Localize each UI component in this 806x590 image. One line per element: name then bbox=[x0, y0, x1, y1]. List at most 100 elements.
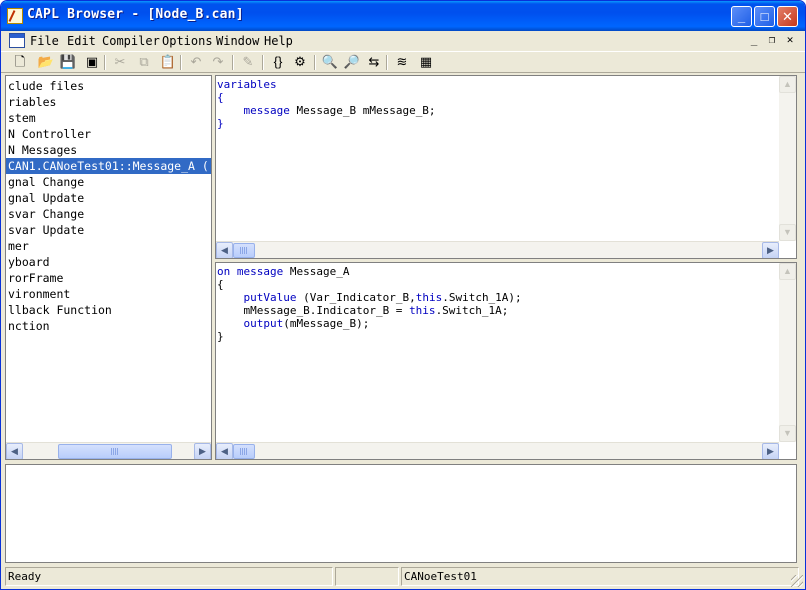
open-folder-icon[interactable]: 📂 bbox=[37, 54, 55, 71]
handler-vscroll[interactable]: ▲ ▼ bbox=[779, 263, 796, 442]
code-line: output(mMessage_B); bbox=[217, 317, 370, 330]
scroll-down-icon[interactable]: ▼ bbox=[779, 425, 796, 442]
code-text: (mMessage_B); bbox=[283, 317, 370, 330]
tree-item[interactable]: clude files bbox=[6, 78, 84, 94]
tree-item[interactable]: riables bbox=[6, 94, 56, 110]
redo-icon[interactable]: ↷ bbox=[209, 54, 227, 71]
undo-icon[interactable]: ↶ bbox=[187, 54, 205, 71]
tree-item[interactable]: stem bbox=[6, 110, 36, 126]
menu-compiler-label: Compiler bbox=[102, 34, 160, 48]
document-icon[interactable] bbox=[9, 33, 25, 48]
paste-icon[interactable]: 📋 bbox=[159, 54, 177, 71]
menu-help[interactable]: Help bbox=[264, 34, 293, 48]
function-tree-pane[interactable]: clude files riables stem N Controller N Mess… bbox=[5, 75, 212, 460]
new-file-icon[interactable]: 🗋 bbox=[11, 54, 29, 71]
scroll-up-icon[interactable]: ▲ bbox=[779, 76, 796, 93]
code-keyword: this bbox=[415, 291, 443, 304]
scroll-up-icon[interactable]: ▲ bbox=[779, 263, 796, 280]
copy-icon[interactable]: ⧉ bbox=[135, 54, 153, 71]
code-line: } bbox=[217, 330, 224, 343]
code-text: } bbox=[217, 330, 224, 343]
status-field-empty bbox=[335, 567, 399, 586]
code-keyword: output bbox=[243, 317, 284, 330]
menu-bar: File Edit Compiler Options Window Help _… bbox=[1, 31, 805, 51]
code-text: .Switch_1A); bbox=[442, 291, 522, 304]
tree-item[interactable]: gnal Change bbox=[6, 174, 84, 190]
edit-icon[interactable]: ✎ bbox=[239, 54, 257, 71]
tree-item[interactable]: rorFrame bbox=[6, 270, 63, 286]
scroll-left-icon[interactable]: ◀ bbox=[216, 242, 233, 258]
compiler-output-pane[interactable] bbox=[5, 464, 797, 563]
scroll-right-icon[interactable]: ▶ bbox=[762, 443, 779, 459]
code-text: Message_A bbox=[283, 265, 350, 278]
tree-item[interactable]: svar Change bbox=[6, 206, 84, 222]
tree-item[interactable]: nction bbox=[6, 318, 50, 334]
close-button[interactable]: ✕ bbox=[777, 6, 798, 27]
menu-file[interactable]: File bbox=[30, 34, 59, 48]
tree-item[interactable]: gnal Update bbox=[6, 190, 84, 206]
tree-hscroll-thumb[interactable] bbox=[58, 444, 172, 459]
code-text: .Switch_1A; bbox=[435, 304, 509, 317]
save-icon[interactable]: 💾 bbox=[59, 54, 77, 71]
menu-window[interactable]: Window bbox=[216, 34, 259, 48]
tree-item[interactable]: mer bbox=[6, 238, 29, 254]
handler-editor-pane[interactable]: on message Message_A{ putValue (Var_Indi… bbox=[215, 262, 797, 460]
variables-vscroll[interactable]: ▲ ▼ bbox=[779, 76, 796, 241]
database-icon[interactable]: ▦ bbox=[417, 54, 435, 71]
tree-item[interactable]: N Controller bbox=[6, 126, 91, 142]
code-line: } bbox=[217, 117, 224, 130]
menu-edit-label: Edit bbox=[67, 34, 96, 48]
tree-hscroll[interactable]: ◀ ▶ bbox=[6, 442, 211, 459]
variables-hscroll[interactable]: ◀ ▶ bbox=[216, 241, 779, 258]
mdi-restore-button[interactable]: ❐ bbox=[765, 34, 779, 47]
tree-item[interactable]: N Messages bbox=[6, 142, 77, 158]
variables-editor-pane[interactable]: variables{ message Message_B mMessage_B;… bbox=[215, 75, 797, 259]
menu-options[interactable]: Options bbox=[162, 34, 213, 48]
scroll-right-icon[interactable]: ▶ bbox=[194, 443, 211, 459]
toolbar-separator bbox=[262, 55, 264, 70]
find-next-icon[interactable]: 🔎 bbox=[343, 54, 361, 71]
save-all-icon[interactable]: ▣ bbox=[83, 54, 101, 71]
menu-file-label: File bbox=[30, 34, 59, 48]
scroll-left-icon[interactable]: ◀ bbox=[6, 443, 23, 459]
capl-app-icon[interactable] bbox=[7, 8, 23, 24]
variables-hscroll-thumb[interactable] bbox=[233, 243, 255, 258]
code-keyword: { bbox=[217, 91, 224, 104]
binoculars-icon[interactable]: 🔍 bbox=[321, 54, 339, 71]
code-line: message Message_B mMessage_B; bbox=[217, 104, 436, 117]
cut-icon[interactable]: ✂ bbox=[111, 54, 129, 71]
status-bar: Ready CANoeTest01 bbox=[1, 565, 805, 589]
status-database: CANoeTest01 bbox=[401, 567, 799, 586]
scroll-right-icon[interactable]: ▶ bbox=[762, 242, 779, 258]
scroll-left-icon[interactable]: ◀ bbox=[216, 443, 233, 459]
code-keyword: this bbox=[409, 304, 436, 317]
menu-edit[interactable]: Edit bbox=[67, 34, 96, 48]
tree-item[interactable]: svar Update bbox=[6, 222, 84, 238]
menu-compiler[interactable]: Compiler bbox=[102, 34, 160, 48]
tree-item-selected[interactable]: CAN1.CANoeTest01::Message_A ( bbox=[6, 158, 211, 174]
menu-help-label: Help bbox=[264, 34, 293, 48]
handler-hscroll[interactable]: ◀ ▶ bbox=[216, 442, 779, 459]
layers-icon[interactable]: ≋ bbox=[393, 54, 411, 71]
mdi-minimize-button[interactable]: _ bbox=[747, 34, 761, 47]
tree-item[interactable]: llback Function bbox=[6, 302, 112, 318]
compile-all-icon[interactable]: ⚙ bbox=[291, 54, 309, 71]
replace-icon[interactable]: ⇆ bbox=[365, 54, 383, 71]
tree-item[interactable]: yboard bbox=[6, 254, 50, 270]
scroll-down-icon[interactable]: ▼ bbox=[779, 224, 796, 241]
code-keyword: message bbox=[243, 104, 290, 117]
tree-item[interactable]: vironment bbox=[6, 286, 70, 302]
mdi-close-button[interactable]: ✕ bbox=[783, 34, 797, 47]
title-bar[interactable]: CAPL Browser - [Node_B.can] _ □ ✕ bbox=[1, 1, 805, 31]
code-text: { bbox=[217, 278, 224, 291]
code-line: { bbox=[217, 278, 224, 291]
maximize-button[interactable]: □ bbox=[754, 6, 775, 27]
resize-grip-icon[interactable] bbox=[791, 575, 803, 587]
minimize-button[interactable]: _ bbox=[731, 6, 752, 27]
code-line: { bbox=[217, 91, 224, 104]
code-text: (Var_Indicator_B, bbox=[296, 291, 416, 304]
code-text: Message_B mMessage_B; bbox=[289, 104, 436, 117]
compile-icon[interactable]: {} bbox=[269, 54, 287, 71]
handler-hscroll-thumb[interactable] bbox=[233, 444, 255, 459]
